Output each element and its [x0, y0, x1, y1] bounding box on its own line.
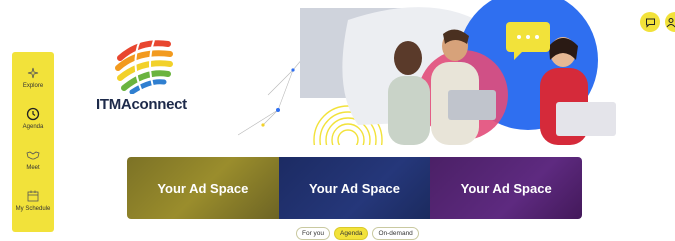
itma-logo-mark [115, 39, 173, 94]
ad-space-1[interactable]: Your Ad Space [127, 157, 279, 219]
page: Explore Agenda Meet My Schedule ITMAconn… [0, 0, 675, 241]
calendar-icon [27, 190, 39, 202]
hero-image [238, 0, 616, 145]
sidebar-item-label: My Schedule [15, 206, 51, 212]
sidebar-item-explore[interactable]: Explore [23, 66, 43, 89]
sidebar-item-agenda[interactable]: Agenda [22, 107, 44, 130]
chat-icon [645, 18, 655, 28]
brand-name: ITMAconnect [96, 96, 187, 113]
brand-logo[interactable]: ITMAconnect [96, 36, 196, 116]
sidebar-item-label: Explore [22, 83, 44, 89]
sidebar: Explore Agenda Meet My Schedule [12, 52, 54, 232]
sidebar-item-my-schedule[interactable]: My Schedule [15, 189, 51, 212]
sidebar-item-meet[interactable]: Meet [26, 148, 40, 171]
tab-agenda[interactable]: Agenda [334, 227, 369, 240]
user-button[interactable] [665, 12, 675, 32]
sidebar-item-label: Agenda [22, 124, 44, 130]
user-icon [666, 17, 675, 27]
sparkle-icon [27, 67, 39, 79]
chat-button[interactable] [640, 12, 660, 32]
tab-for-you[interactable]: For you [296, 227, 331, 240]
ad-space-3[interactable]: Your Ad Space [430, 157, 582, 219]
sidebar-item-label: Meet [26, 165, 40, 171]
handshake-icon [26, 151, 40, 160]
tab-on-demand[interactable]: On-demand [372, 227, 419, 240]
clock-icon [26, 107, 40, 121]
ad-banner-row: Your Ad Space Your Ad Space Your Ad Spac… [127, 157, 582, 219]
ad-space-2[interactable]: Your Ad Space [278, 157, 431, 219]
content-tabs: For you Agenda On-demand [296, 227, 419, 240]
